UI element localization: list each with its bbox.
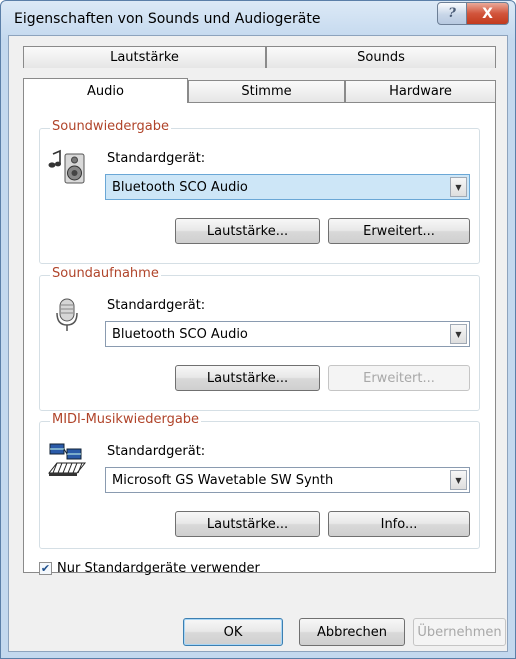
ok-button[interactable]: OK [183, 618, 283, 646]
help-button[interactable]: ? [437, 2, 467, 25]
recording-device-select[interactable]: Bluetooth SCO Audio ▼ [105, 321, 470, 347]
tab-hardware[interactable]: Hardware [345, 80, 496, 102]
window-title: Eigenschaften von Sounds und Audiogeräte [14, 11, 321, 27]
default-device-label: Standardgerät: [107, 444, 206, 459]
chevron-down-icon[interactable]: ▼ [450, 470, 467, 490]
close-button[interactable]: X [466, 2, 509, 25]
playback-device-select[interactable]: Bluetooth SCO Audio ▼ [105, 174, 470, 200]
group-midi-musikwiedergabe: MIDI-Musikwiedergabe Standardgerät: Micr… [39, 412, 480, 549]
midi-info-button[interactable]: Info... [328, 511, 470, 537]
default-device-label: Standardgerät: [107, 298, 206, 313]
speaker-icon [48, 149, 85, 184]
tab-audio[interactable]: Audio [23, 78, 188, 103]
chevron-down-icon[interactable]: ▼ [450, 324, 467, 344]
default-device-label: Standardgerät: [107, 151, 206, 166]
checkbox-label: Nur Standardgeräte verwender [57, 561, 260, 576]
group-soundwiedergabe: Soundwiedergabe Standardgerät: Bluetooth… [39, 119, 480, 264]
cancel-button[interactable]: Abbrechen [299, 618, 405, 646]
dialog-body: Lautstärke Sounds Audio Stimme Hardware … [8, 35, 508, 652]
default-devices-only-checkbox[interactable]: ✔ [39, 562, 52, 575]
help-icon: ? [448, 6, 456, 21]
recording-advanced-button: Erweitert... [328, 365, 470, 391]
chevron-down-icon[interactable]: ▼ [450, 177, 467, 197]
midi-volume-button[interactable]: Lautstärke... [175, 511, 320, 537]
midi-device-select[interactable]: Microsoft GS Wavetable SW Synth ▼ [105, 467, 470, 493]
playback-advanced-button[interactable]: Erweitert... [328, 218, 470, 244]
group-soundaufnahme: Soundaufnahme Standardgerät: Bluetooth S… [39, 266, 480, 411]
group-title: Soundaufnahme [50, 266, 161, 281]
default-devices-only-option[interactable]: ✔ Nur Standardgeräte verwender [39, 561, 260, 576]
apply-button: Übernehmen [413, 618, 506, 646]
group-title: Soundwiedergabe [50, 119, 172, 134]
midi-keyboard-icon [47, 443, 87, 476]
tab-panel-audio: Soundwiedergabe Standardgerät: Bluetooth… [23, 102, 496, 576]
group-title: MIDI-Musikwiedergabe [50, 412, 202, 427]
title-bar[interactable]: Eigenschaften von Sounds und Audiogeräte… [1, 1, 515, 35]
microphone-icon [56, 298, 78, 331]
tab-lautstaerke[interactable]: Lautstärke [23, 46, 266, 68]
tab-stimme[interactable]: Stimme [188, 80, 345, 102]
dialog-window: Eigenschaften von Sounds und Audiogeräte… [0, 0, 516, 659]
close-icon: X [482, 5, 493, 22]
tab-sounds[interactable]: Sounds [266, 46, 496, 68]
playback-volume-button[interactable]: Lautstärke... [175, 218, 320, 244]
recording-volume-button[interactable]: Lautstärke... [175, 365, 320, 391]
